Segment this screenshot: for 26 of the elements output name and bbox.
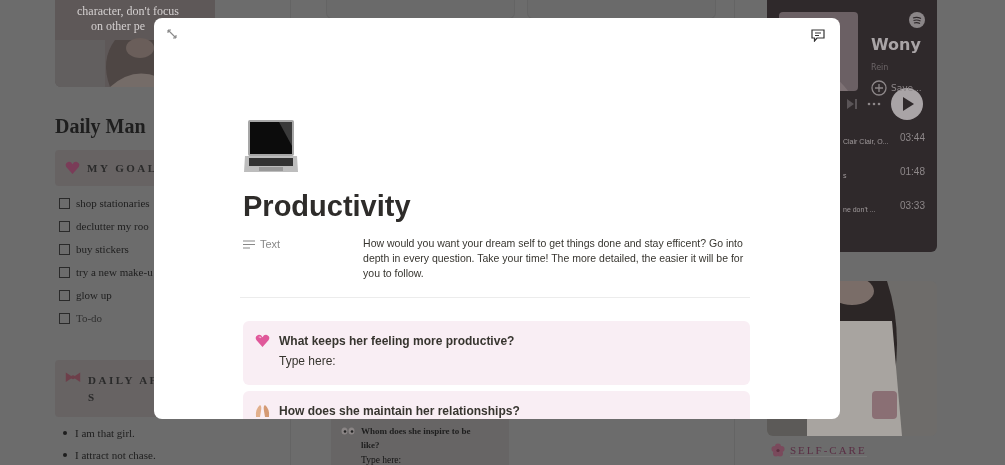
callout-title: MY GOAL (87, 160, 158, 176)
list-item: I attract not chase. (75, 448, 156, 463)
property-label: Text (260, 238, 281, 250)
section-heading: SELF-CARE (790, 443, 867, 457)
page-title: Productivity (243, 189, 412, 224)
question-text: Whom does she inspire to be like? (361, 425, 472, 452)
todo-label: glow up (76, 289, 112, 301)
photo-caption: on other pe (90, 19, 146, 34)
todo-label: buy stickers (76, 243, 129, 255)
track-duration: 03:33 (899, 199, 925, 211)
callout-title: S (88, 390, 98, 405)
answer-text: Type here: (361, 455, 403, 465)
track-duration: 01:48 (899, 165, 925, 177)
photo-caption: character, don't focus (76, 4, 180, 19)
question-text: What keeps her feeling more productive? (279, 334, 515, 349)
answer-text[interactable]: Type here: (279, 354, 515, 368)
todo-label: shop stationaries (76, 197, 150, 209)
list-item: I am that girl. (75, 426, 135, 441)
save-link[interactable]: Save... (891, 83, 922, 93)
track-title: Wony (871, 36, 922, 54)
section-heading: Daily Man (55, 114, 147, 138)
track-duration: 03:44 (899, 131, 925, 143)
question-text: How does she maintain her relationships? (279, 404, 520, 419)
todo-label: declutter my roo (76, 220, 149, 232)
property-value[interactable]: How would you want your dream self to get things done and stay efficent? Go into depth in every question. Take your time! The more detailed, the easier it will be for you to follow. (363, 236, 750, 281)
todo-label: try a new make-u (76, 266, 153, 278)
